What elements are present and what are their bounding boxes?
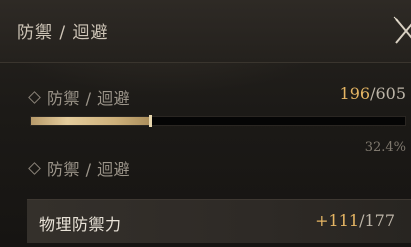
defense-evasion-value: 196/605 [340, 84, 406, 103]
section-label-defense-evasion: 防禦 / 迴避 [28, 85, 131, 109]
defense-evasion-panel: 防禦 / 迴避 防禦 / 迴避 196/605 32.4% 防禦 / 迴避 物理… [0, 0, 411, 247]
section-label-text: 防禦 / 迴避 [47, 160, 131, 179]
current-value: 196 [339, 84, 371, 103]
progress-fill [31, 117, 153, 125]
progress-bar [30, 115, 406, 127]
stat-bonus: +111 [315, 211, 360, 230]
close-x-icon [393, 16, 411, 44]
progress-percent: 32.4% [364, 140, 406, 155]
stat-name: 物理防禦力 [39, 215, 122, 234]
max-value: 605 [375, 84, 406, 103]
section-label-defense-evasion-2: 防禦 / 迴避 [28, 156, 131, 180]
progress-cap [149, 115, 153, 127]
close-button[interactable] [388, 14, 411, 48]
diamond-icon [28, 91, 41, 104]
section-label-text: 防禦 / 迴避 [47, 89, 131, 108]
stat-max: 177 [364, 211, 395, 230]
diamond-icon [28, 162, 41, 175]
stat-row-physical-defense[interactable]: 物理防禦力 +111/177 [27, 199, 411, 243]
panel-header: 防禦 / 迴避 [0, 0, 411, 63]
stat-value: +111/177 [315, 211, 395, 230]
panel-title: 防禦 / 迴避 [17, 23, 109, 43]
